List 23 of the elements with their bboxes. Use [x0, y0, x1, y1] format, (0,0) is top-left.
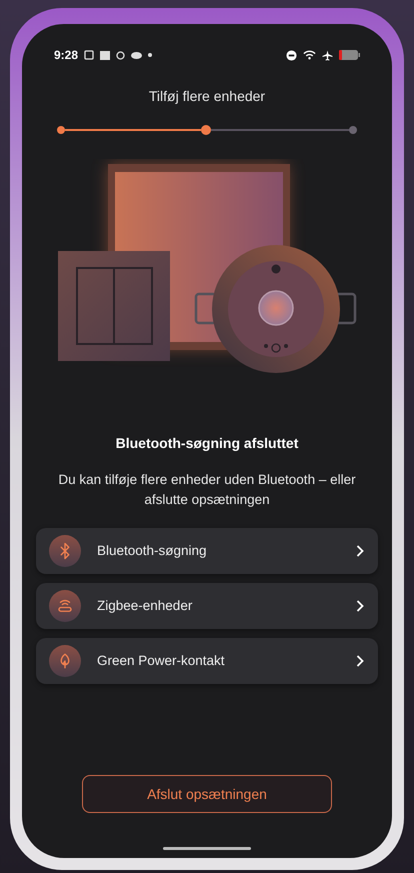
status-time: 9:28	[54, 47, 78, 64]
option-row[interactable]: Zigbee-enheder	[36, 583, 378, 629]
finish-button[interactable]: Afslut opsætningen	[82, 775, 332, 813]
bluetooth-icon	[49, 535, 81, 567]
book-icon	[84, 50, 94, 60]
option-row[interactable]: Green Power-kontakt	[36, 638, 378, 684]
option-label: Bluetooth-søgning	[97, 542, 208, 560]
chevron-right-icon	[356, 655, 364, 667]
chevron-right-icon	[356, 600, 364, 612]
option-label: Zigbee-enheder	[97, 596, 194, 615]
screen-title: Tilføj flere enheder	[148, 87, 266, 106]
chevron-right-icon	[356, 545, 364, 557]
airplane-icon	[322, 50, 333, 60]
result-description: Du kan tilføje flere enheder uden Bluetooth – eller afslutte opsætningen	[57, 471, 357, 509]
option-row[interactable]: Bluetooth-søgning	[36, 528, 378, 574]
leaf-icon	[49, 645, 81, 677]
result-heading: Bluetooth-søgning afsluttet	[116, 434, 298, 453]
do-not-disturb-icon	[286, 50, 297, 60]
router-icon	[49, 590, 81, 622]
dot-icon	[148, 53, 152, 57]
wifi-icon	[303, 50, 316, 60]
option-label: Green Power-kontakt	[97, 652, 226, 670]
battery-icon	[339, 50, 360, 60]
